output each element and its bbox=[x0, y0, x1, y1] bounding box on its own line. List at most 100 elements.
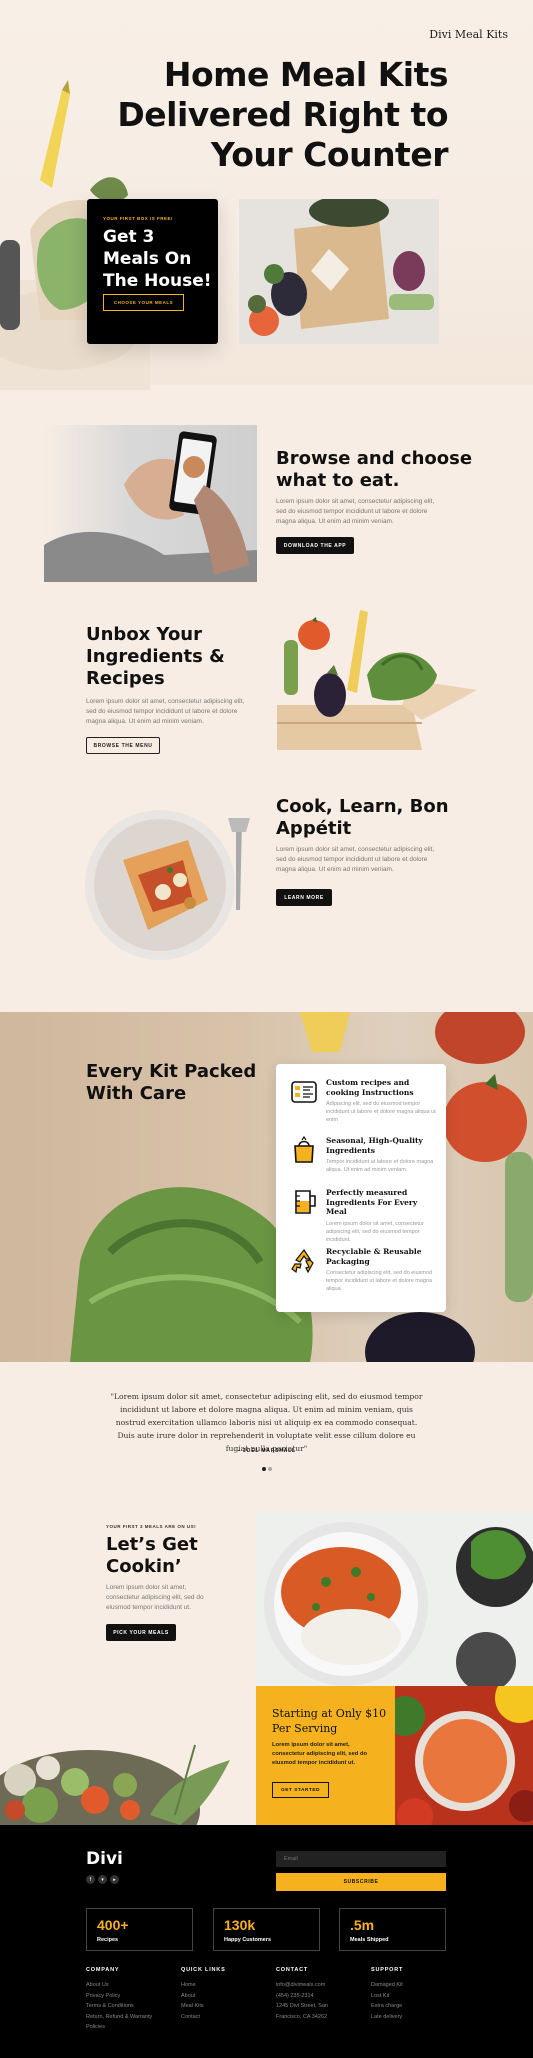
feature-text: Consectetur adipiscing elit, sed do eius… bbox=[326, 1270, 433, 1292]
step2-title: Unbox Your Ingredients & Recipes bbox=[86, 624, 266, 690]
step3-text: Lorem ipsum dolor sit amet, consectetur … bbox=[276, 846, 435, 873]
footer-contact-phone[interactable]: (454) 235-2314 bbox=[276, 1991, 328, 2002]
sauce-bowl-image bbox=[395, 1686, 533, 1825]
testimonial-author: – JOEL MARSHALL bbox=[237, 1448, 296, 1454]
stat-value: 130k bbox=[224, 1917, 256, 1933]
footer-link[interactable]: Meal Kits bbox=[181, 2001, 204, 2012]
footer-heading-company: COMPANY bbox=[86, 1967, 120, 1973]
hero-title-line2: Delivered Right to bbox=[117, 95, 448, 134]
unboxed-ingredients-image bbox=[277, 610, 477, 750]
footer-contact-address: Francisco, CA 34262 bbox=[276, 2013, 328, 2020]
plated-meal-image bbox=[85, 810, 250, 960]
cta-title: Let’s Get Cookin’ bbox=[106, 1534, 246, 1578]
stat-value: .5m bbox=[350, 1917, 375, 1933]
pricing-title: Starting at Only $10 Per Serving bbox=[272, 1706, 387, 1736]
pick-meals-button[interactable]: PICK YOUR MEALS bbox=[106, 1624, 176, 1641]
curry-dish-image bbox=[256, 1512, 533, 1686]
footer-contact-address: 1245 Divi Street, San bbox=[276, 2003, 328, 2009]
footer-heading-quick-links: QUICK LINKS bbox=[181, 1967, 226, 1973]
vegetables-background-image bbox=[70, 1012, 533, 1362]
promo-title-line1: Get 3 bbox=[103, 227, 155, 247]
hero-title-line1: Home Meal Kits bbox=[163, 55, 449, 94]
cta-text: Lorem ipsum dolor sit amet, consectetur … bbox=[106, 1584, 204, 1611]
step1-title-line1: Browse and choose bbox=[276, 448, 473, 469]
feature-item: Custom recipes and cooking Instructions … bbox=[290, 1078, 438, 1133]
meal-kit-bag-image bbox=[239, 199, 439, 344]
choose-meals-button[interactable]: CHOOSE YOUR MEALS bbox=[103, 294, 184, 311]
cta-kicker: YOUR FIRST 3 MEALS ARE ON US! bbox=[106, 1524, 197, 1529]
measuring-cup-icon bbox=[295, 1190, 316, 1214]
recipe-card-icon bbox=[291, 1081, 317, 1103]
footer-link[interactable]: Terms & Conditions bbox=[86, 2001, 152, 2012]
features-card: Custom recipes and cooking Instructions … bbox=[276, 1064, 446, 1312]
footer-link[interactable]: Return, Refund & Warranty bbox=[86, 2012, 152, 2023]
footer-link[interactable]: About bbox=[181, 1991, 204, 2002]
promo-title-line2: Meals On bbox=[103, 249, 192, 269]
footer-link[interactable]: Lost Kit bbox=[371, 1991, 403, 2002]
feature-text: Lorem ipsum dolor sit amet, consectetur … bbox=[326, 1221, 424, 1243]
footer-link[interactable]: Privacy Policy bbox=[86, 1991, 152, 2002]
step2-title-line2: Ingredients & bbox=[86, 646, 225, 667]
hero-title-line3: Your Counter bbox=[210, 135, 449, 174]
step3-title-line1: Cook, Learn, Bon bbox=[276, 796, 449, 817]
download-app-button[interactable]: DOWNLOAD THE APP bbox=[276, 537, 354, 554]
footer-link[interactable]: Contact bbox=[181, 2012, 204, 2023]
subscribe-button[interactable]: SUBSCRIBE bbox=[276, 1873, 446, 1891]
feature-title: Recyclable & Reusable Packaging bbox=[326, 1247, 422, 1266]
footer-list-company: About Us Privacy Policy Terms & Conditio… bbox=[86, 1980, 152, 2033]
bag-icon bbox=[294, 1136, 314, 1163]
recycle-icon bbox=[291, 1248, 314, 1274]
cta-title-line1: Let’s Get bbox=[106, 1534, 198, 1555]
footer-list-quick-links: Home About Meal Kits Contact bbox=[181, 1980, 204, 2022]
hero-title: Home Meal Kits Delivered Right to Your C… bbox=[110, 55, 448, 175]
step1-title-line2: what to eat. bbox=[276, 470, 400, 491]
step2-title-line3: Recipes bbox=[86, 668, 165, 689]
pricing-text: Lorem ipsum dolor sit amet, consectetur … bbox=[272, 1742, 368, 1766]
care-title: Every Kit Packed With Care bbox=[86, 1061, 266, 1105]
learn-more-button[interactable]: LEARN MORE bbox=[276, 889, 332, 906]
footer-link[interactable]: Late delivery bbox=[371, 2012, 403, 2023]
feature-text: Tempor incididunt ut labore et dolore ma… bbox=[326, 1159, 434, 1173]
stat-box: 130k Happy Customers bbox=[213, 1908, 320, 1951]
browse-menu-button[interactable]: BROWSE THE MENU bbox=[86, 737, 160, 754]
cta-title-line2: Cookin’ bbox=[106, 1556, 182, 1577]
feature-item: Seasonal, High-Quality Ingredients Tempo… bbox=[290, 1136, 438, 1186]
facebook-icon[interactable]: f bbox=[86, 1875, 95, 1884]
footer-list-support: Damaged Kit Lost Kit Extra charge Late d… bbox=[371, 1980, 403, 2022]
promo-card: YOUR FIRST BOX IS FREE! Get 3 Meals On T… bbox=[87, 199, 218, 344]
footer-link[interactable]: Extra charge bbox=[371, 2001, 403, 2012]
care-title-line1: Every Kit Packed bbox=[86, 1061, 257, 1082]
stat-label: Meals Shipped bbox=[350, 1937, 389, 1943]
footer-heading-support: SUPPORT bbox=[371, 1967, 404, 1973]
footer-contact-email[interactable]: info@divimeals.com bbox=[276, 1980, 328, 1991]
email-input[interactable] bbox=[276, 1851, 446, 1867]
stat-box: .5m Meals Shipped bbox=[339, 1908, 446, 1951]
step2-title-line1: Unbox Your bbox=[86, 624, 202, 645]
feature-title: Custom recipes and cooking Instructions bbox=[326, 1078, 414, 1097]
pricing-box: Starting at Only $10 Per Serving Lorem i… bbox=[256, 1686, 395, 1825]
care-section bbox=[0, 1012, 533, 1362]
pricing-title-line1: Starting at Only $10 bbox=[272, 1707, 387, 1720]
footer-link[interactable]: Home bbox=[181, 1980, 204, 1991]
get-started-button[interactable]: GET STARTED bbox=[272, 1782, 329, 1798]
feature-title: Perfectly measured Ingredients For Every… bbox=[326, 1188, 418, 1216]
footer-link[interactable]: Damaged Kit bbox=[371, 1980, 403, 1991]
feature-item: Recyclable & Reusable Packaging Consecte… bbox=[290, 1247, 438, 1302]
care-title-line2: With Care bbox=[86, 1083, 187, 1104]
footer-list-contact: info@divimeals.com (454) 235-2314 1245 D… bbox=[276, 1980, 328, 2022]
footer-link[interactable]: Policies bbox=[86, 2022, 152, 2033]
stat-value: 400+ bbox=[97, 1917, 129, 1933]
feature-text: Adipiscing elit, sed do eiusmod tempor i… bbox=[326, 1101, 436, 1123]
step1-text: Lorem ipsum dolor sit amet, consectetur … bbox=[276, 498, 435, 525]
stat-label: Happy Customers bbox=[224, 1937, 272, 1943]
testimonial-quote: "Lorem ipsum dolor sit amet, consectetur… bbox=[110, 1392, 423, 1453]
stat-box: 400+ Recipes bbox=[86, 1908, 193, 1951]
slider-dot[interactable] bbox=[268, 1467, 272, 1471]
step3-title-line2: Appétit bbox=[276, 818, 352, 839]
footer-link[interactable]: About Us bbox=[86, 1980, 152, 1991]
youtube-icon[interactable]: ▸ bbox=[110, 1875, 119, 1884]
promo-kicker: YOUR FIRST BOX IS FREE! bbox=[103, 216, 174, 221]
promo-title-line3: The House! bbox=[103, 271, 212, 291]
twitter-icon[interactable]: ▾ bbox=[98, 1875, 107, 1884]
slider-dot-active[interactable] bbox=[262, 1467, 266, 1471]
